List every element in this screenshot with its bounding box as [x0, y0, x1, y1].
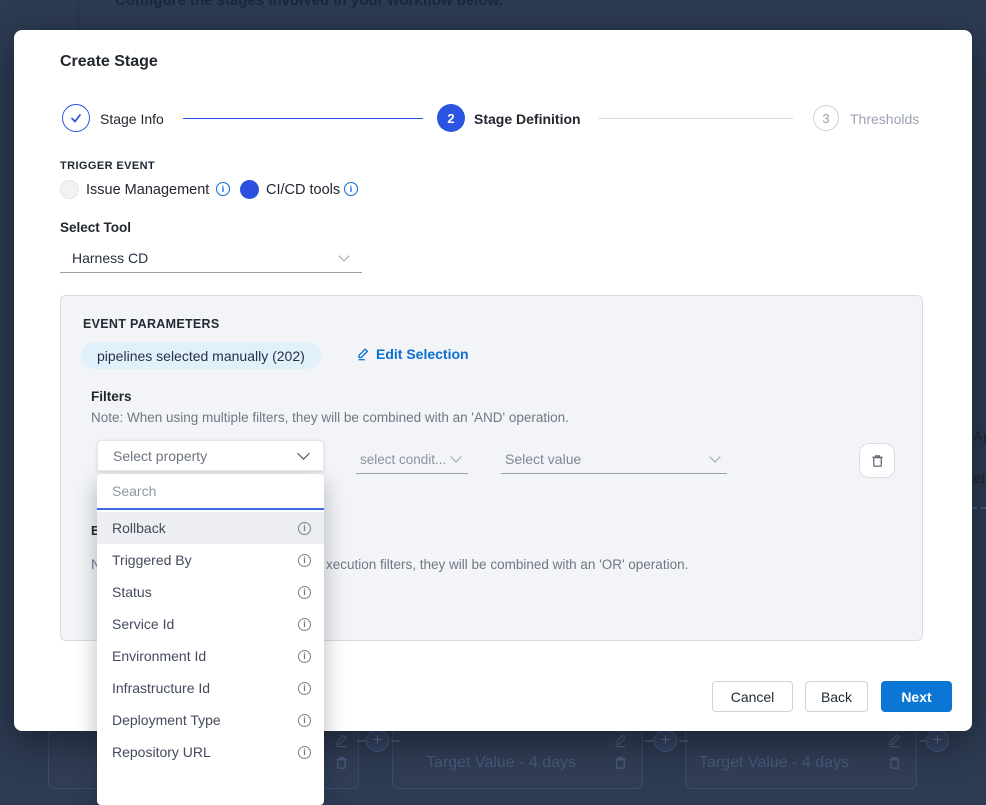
add-stage-button: + [654, 729, 677, 752]
stepper-connector [183, 118, 423, 119]
event-parameters-heading: EVENT PARAMETERS [83, 317, 220, 331]
chevron-down-icon [338, 250, 349, 261]
connector-dash [391, 740, 400, 742]
radio-cicd-tools[interactable] [240, 180, 259, 199]
dropdown-option-list: Rollback Triggered By Status Service Id … [97, 510, 324, 768]
info-icon[interactable] [298, 522, 311, 535]
check-icon [69, 111, 83, 125]
option-label: Deployment Type [112, 712, 221, 728]
connector-dash [645, 740, 654, 742]
add-stage-button: + [926, 729, 949, 752]
trash-icon [613, 755, 628, 770]
chevron-down-icon [709, 451, 720, 462]
info-icon[interactable] [344, 182, 358, 196]
selection-pill: pipelines selected manually (202) [81, 342, 321, 369]
info-icon[interactable] [298, 714, 311, 727]
info-icon[interactable] [298, 650, 311, 663]
dropdown-option-repository-url[interactable]: Repository URL [97, 736, 324, 768]
edit-icon [356, 347, 370, 361]
property-select[interactable]: Select property [97, 440, 324, 471]
trash-icon [870, 453, 885, 468]
edit-icon [334, 733, 349, 748]
filters-heading: Filters [91, 389, 132, 404]
dialog-title: Create Stage [60, 53, 158, 71]
stage-card-label: Target Value - 4 days [426, 754, 576, 772]
next-button[interactable]: Next [881, 681, 952, 712]
trash-icon [887, 755, 902, 770]
back-button[interactable]: Back [805, 681, 868, 712]
info-icon[interactable] [298, 618, 311, 631]
dropdown-search[interactable] [97, 474, 324, 510]
step-stage-definition-indicator[interactable]: 2 [437, 104, 465, 132]
radio-label-cicd-tools[interactable]: CI/CD tools [266, 182, 340, 198]
connector-dash [357, 740, 366, 742]
step-label-stage-definition[interactable]: Stage Definition [474, 111, 581, 127]
info-icon[interactable] [298, 682, 311, 695]
tool-select[interactable]: Harness CD [60, 244, 362, 273]
step-label-thresholds[interactable]: Thresholds [850, 111, 919, 127]
delete-filter-button[interactable] [859, 443, 895, 478]
property-dropdown-menu: Rollback Triggered By Status Service Id … [97, 474, 324, 805]
select-tool-label: Select Tool [60, 220, 131, 235]
add-stage-button: + [366, 729, 389, 752]
info-icon[interactable] [298, 586, 311, 599]
option-label: Triggered By [112, 552, 192, 568]
property-select-placeholder: Select property [113, 448, 207, 464]
stage-card-label: Target Value - 4 days [699, 754, 849, 772]
condition-select-placeholder: select condit... [360, 452, 446, 467]
connector-dash [972, 507, 986, 509]
chevron-down-icon [297, 447, 310, 460]
dropdown-option-rollback[interactable]: Rollback [97, 512, 324, 544]
step-number: 3 [822, 111, 829, 126]
value-select[interactable]: Select value [501, 445, 727, 474]
option-label: Infrastructure Id [112, 680, 210, 696]
stepper-connector [598, 118, 793, 119]
create-stage-dialog: Create Stage Stage Info 2 Stage Definiti… [14, 30, 972, 731]
info-icon[interactable] [298, 746, 311, 759]
connector-dash [679, 740, 688, 742]
option-label: Repository URL [112, 744, 211, 760]
background-text-fragment: et [973, 470, 985, 486]
edit-selection-label: Edit Selection [376, 346, 469, 362]
info-icon[interactable] [298, 554, 311, 567]
search-input[interactable] [112, 483, 309, 499]
step-stage-info-indicator[interactable] [62, 104, 90, 132]
dropdown-option-deployment-type[interactable]: Deployment Type [97, 704, 324, 736]
option-label: Rollback [112, 520, 166, 536]
option-label: Environment Id [112, 648, 206, 664]
dropdown-option-status[interactable]: Status [97, 576, 324, 608]
step-number: 2 [447, 111, 454, 126]
dropdown-option-service-id[interactable]: Service Id [97, 608, 324, 640]
execution-note-fragment: xecution filters, they will be combined … [326, 557, 688, 572]
background-page-subtitle: Configure the stages involved in your wo… [115, 0, 503, 9]
radio-issue-management[interactable] [60, 180, 79, 199]
step-thresholds-indicator[interactable]: 3 [813, 105, 839, 131]
trash-icon [334, 755, 349, 770]
radio-label-issue-management[interactable]: Issue Management [86, 182, 209, 198]
trigger-event-label: TRIGGER EVENT [60, 160, 155, 172]
edit-icon [887, 733, 902, 748]
edit-selection-link[interactable]: Edit Selection [356, 346, 469, 362]
dropdown-option-environment-id[interactable]: Environment Id [97, 640, 324, 672]
option-label: Service Id [112, 616, 174, 632]
background-divider [78, 0, 79, 30]
filters-note: Note: When using multiple filters, they … [91, 410, 569, 425]
edit-icon [613, 733, 628, 748]
step-label-stage-info[interactable]: Stage Info [100, 111, 164, 127]
info-icon[interactable] [216, 182, 230, 196]
tool-select-value: Harness CD [72, 250, 148, 266]
dropdown-option-infrastructure-id[interactable]: Infrastructure Id [97, 672, 324, 704]
option-label: Status [112, 584, 152, 600]
chevron-down-icon [450, 451, 461, 462]
condition-select[interactable]: select condit... [356, 445, 468, 474]
cancel-button[interactable]: Cancel [712, 681, 793, 712]
background-text-fragment: Ap [973, 428, 986, 444]
value-select-placeholder: Select value [505, 451, 581, 467]
dropdown-option-triggered-by[interactable]: Triggered By [97, 544, 324, 576]
